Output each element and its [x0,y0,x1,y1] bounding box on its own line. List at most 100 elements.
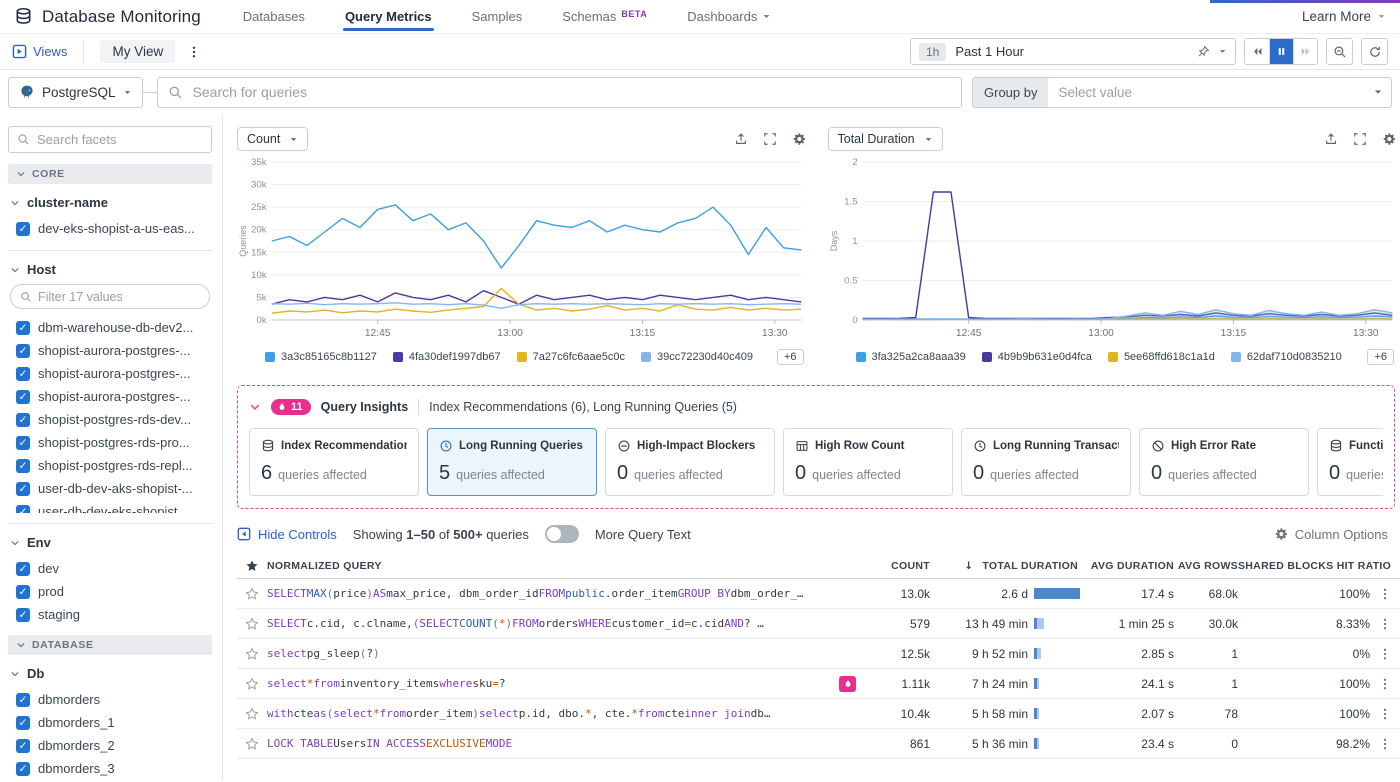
group-by-select[interactable]: Group by Select value [972,77,1392,108]
facet-value-checkbox[interactable]: ✓dbm-warehouse-db-dev2... [8,316,212,339]
favorite-star-icon[interactable] [237,737,267,751]
checkbox-checked-icon[interactable]: ✓ [16,739,30,753]
checkbox-checked-icon[interactable]: ✓ [16,562,30,576]
favorite-star-icon[interactable] [237,617,267,631]
column-shared-blocks-hit-ratio[interactable]: SHARED BLOCKS HIT RATIO [1238,560,1370,572]
facet-value-checkbox[interactable]: ✓shopist-aurora-postgres-... [8,339,212,362]
checkbox-checked-icon[interactable]: ✓ [16,222,30,236]
forward-button[interactable] [1293,39,1317,64]
checkbox-checked-icon[interactable]: ✓ [16,608,30,622]
legend-item[interactable]: 39cc72230d40c409 [641,351,753,363]
favorite-star-icon[interactable] [237,647,267,661]
checkbox-checked-icon[interactable]: ✓ [16,390,30,404]
legend-more-badge[interactable]: +6 [1367,349,1394,365]
learn-more-button[interactable]: Learn More [1302,9,1386,24]
total-duration-line-chart[interactable]: 21.510.5012:4513:0013:1513:30Days [828,154,1400,346]
column-total-duration[interactable]: ↓ TOTAL DURATION [930,560,1082,572]
search-input[interactable] [191,83,951,101]
zoom-out-button[interactable] [1326,38,1353,65]
table-row[interactable]: select * from inventory_items where sku … [237,669,1400,699]
checkbox-checked-icon[interactable]: ✓ [16,413,30,427]
legend-item[interactable]: 3fa325a2ca8aaa39 [856,351,966,363]
normalized-query-cell[interactable]: with cte as ( select * from order_item )… [267,707,866,720]
facet-title-db[interactable]: Db [10,666,212,681]
normalized-query-cell[interactable]: select pg_sleep ( ? ) [267,647,866,660]
views-button[interactable]: Views [12,44,67,59]
column-options-button[interactable]: Column Options [1274,527,1400,542]
database-engine-select[interactable]: PostgreSQL [8,77,143,108]
insight-card-high-row-count[interactable]: High Row Count0queries affected [783,428,953,496]
normalized-query-cell[interactable]: select * from inventory_items where sku … [267,676,866,692]
query-insight-flame-badge[interactable] [839,676,856,692]
count-metric-select[interactable]: Count [237,127,308,151]
insight-card-high-impact-blockers[interactable]: High-Impact Blockers0queries affected [605,428,775,496]
legend-item[interactable]: 7a27c6fc6aae5c0c [517,351,625,363]
facet-value-checkbox[interactable]: ✓dbmorders_2 [8,734,212,757]
favorite-star-icon[interactable] [237,677,267,691]
facet-value-checkbox[interactable]: ✓user-db-dev-eks-shopist [8,500,212,513]
column-avg-rows[interactable]: AVG ROWS [1174,560,1238,572]
row-menu-kebab-icon[interactable] [1370,587,1400,601]
favorite-star-icon[interactable] [237,587,267,601]
facet-value-checkbox[interactable]: ✓dbmorders_1 [8,711,212,734]
insight-card-long-running-transactions[interactable]: Long Running Transactions0queries affect… [961,428,1131,496]
checkbox-checked-icon[interactable]: ✓ [16,436,30,450]
refresh-button[interactable] [1361,38,1388,65]
core-section-header[interactable]: CORE [8,164,212,184]
legend-item[interactable]: 4b9b9b631e0d4fca [982,351,1092,363]
checkbox-checked-icon[interactable]: ✓ [16,762,30,776]
legend-item[interactable]: 3a3c85165c8b1127 [265,351,377,363]
tab-dashboards[interactable]: Dashboards [687,0,771,33]
tab-schemas[interactable]: SchemasBETA [562,0,647,33]
table-row[interactable]: SELECT c.cid, c.clname, ( SELECT COUNT (… [237,609,1400,639]
checkbox-checked-icon[interactable]: ✓ [16,716,30,730]
chevron-down-icon[interactable] [1218,47,1227,56]
database-section-header[interactable]: DATABASE [8,635,212,655]
count-line-chart[interactable]: 35k30k25k20k15k10k5k0k12:4513:0013:1513:… [237,154,810,346]
rewind-button[interactable] [1245,39,1269,64]
row-menu-kebab-icon[interactable] [1370,737,1400,751]
facet-filter-input[interactable]: Filter 17 values [10,284,210,309]
favorite-column-star-icon[interactable] [237,559,267,573]
checkbox-checked-icon[interactable]: ✓ [16,505,30,514]
facet-value-checkbox[interactable]: ✓dbmorders_3 [8,757,212,780]
row-menu-kebab-icon[interactable] [1370,617,1400,631]
facet-value-checkbox[interactable]: ✓prod [8,580,212,603]
legend-item[interactable]: 62daf710d0835210 [1231,351,1342,363]
column-count[interactable]: COUNT [866,560,930,572]
query-search-box[interactable] [157,77,962,108]
current-view-name[interactable]: My View [100,40,175,63]
checkbox-checked-icon[interactable]: ✓ [16,367,30,381]
facet-value-checkbox[interactable]: ✓shopist-postgres-rds-pro... [8,431,212,454]
collapse-chevron-icon[interactable] [249,401,261,413]
column-normalized-query[interactable]: NORMALIZED QUERY [267,560,866,572]
legend-more-badge[interactable]: +6 [777,349,804,365]
facet-value-checkbox[interactable]: ✓shopist-aurora-postgres-... [8,362,212,385]
row-menu-kebab-icon[interactable] [1370,677,1400,691]
table-row[interactable]: SELECT MAX ( price ) AS max_price, dbm_o… [237,579,1400,609]
table-row[interactable]: LOCK TABLE Users IN ACCESS EXCLUSIVE MOD… [237,729,1400,759]
row-menu-kebab-icon[interactable] [1370,647,1400,661]
column-avg-duration[interactable]: AVG DURATION [1082,560,1174,572]
insight-card-functions[interactable]: Functions0queries affected [1317,428,1383,496]
normalized-query-cell[interactable]: SELECT c.cid, c.clname, ( SELECT COUNT (… [267,617,866,630]
favorite-star-icon[interactable] [237,707,267,721]
view-options-kebab-icon[interactable] [187,45,201,59]
export-icon[interactable] [734,132,748,146]
expand-icon[interactable] [763,132,777,146]
checkbox-checked-icon[interactable]: ✓ [16,344,30,358]
checkbox-checked-icon[interactable]: ✓ [16,459,30,473]
insight-card-long-running-queries[interactable]: Long Running Queries5queries affected [427,428,597,496]
normalized-query-cell[interactable]: SELECT MAX ( price ) AS max_price, dbm_o… [267,587,866,600]
facet-value-checkbox[interactable]: ✓staging [8,603,212,626]
time-range-picker[interactable]: 1h Past 1 Hour [910,38,1236,65]
tab-query-metrics[interactable]: Query Metrics [345,0,432,33]
normalized-query-cell[interactable]: LOCK TABLE Users IN ACCESS EXCLUSIVE MOD… [267,737,866,750]
insight-card-index-recommendations[interactable]: Index Recommendations6queries affected [249,428,419,496]
checkbox-checked-icon[interactable]: ✓ [16,482,30,496]
table-row[interactable]: select pg_sleep ( ? )12.5k9 h 52 min2.85… [237,639,1400,669]
facet-value-checkbox[interactable]: ✓user-db-dev-aks-shopist-... [8,477,212,500]
hide-controls-button[interactable]: Hide Controls [237,527,337,542]
gear-icon[interactable] [792,132,806,146]
table-row[interactable]: with cte as ( select * from order_item )… [237,699,1400,729]
